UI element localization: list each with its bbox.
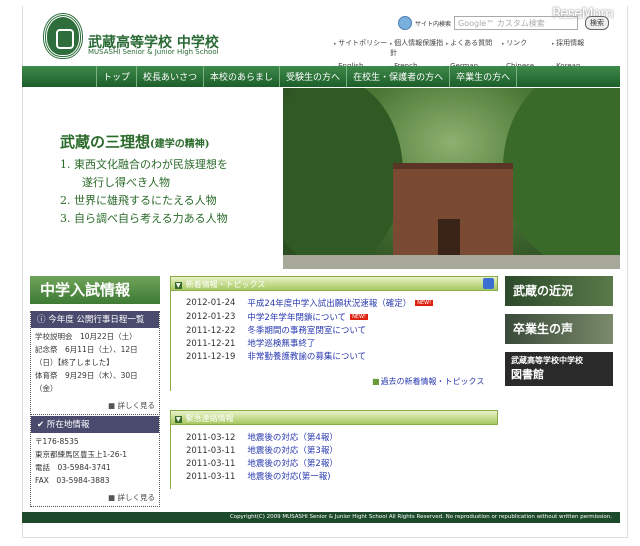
link-links[interactable]: リンク (502, 38, 552, 58)
nav-students[interactable]: 在校生・保護者の方へ (346, 66, 449, 87)
banner-alumni-voices[interactable]: 卒業生の声 (505, 314, 613, 344)
hero-text: 武蔵の三理想(建学の精神) 1. 東西文化融合のわが民族理想を 遂行し得べき人物… (60, 131, 228, 228)
nav-alumni[interactable]: 卒業生の方へ (449, 66, 517, 87)
library-school: 武蔵高等学校中学校 (511, 355, 607, 366)
new-badge: NEW! (415, 300, 433, 306)
emergency-date: 2011-03-12 (186, 432, 235, 445)
rss-icon[interactable] (483, 278, 494, 289)
emergency-item: 2011-03-11 地震後の対応(第一報) (186, 471, 338, 484)
new-badge: NEW! (350, 314, 368, 320)
divider (170, 291, 171, 391)
hero-subtitle: (建学の精神) (150, 139, 209, 150)
link-recruit[interactable]: 採用情報 (552, 38, 592, 58)
location-title-text: 所在地情報 (47, 420, 90, 430)
location-title: ✔ 所在地情報 (31, 416, 159, 433)
news-item: 2011-12-22 冬季期間の事務室閉室について (186, 325, 433, 338)
link-site-policy[interactable]: サイトポリシー (334, 38, 390, 58)
news-item: 2012-01-24 平成24年度中学入試出願状況速報（確定）NEW! (186, 297, 433, 311)
search-button[interactable]: 検索 (585, 16, 609, 30)
link-faq[interactable]: よくある質問 (446, 38, 502, 58)
news-item: 2011-12-21 地学巡検無事終了 (186, 338, 433, 351)
building (393, 163, 513, 258)
event-line: 学校説明会 10月22日（土） (35, 330, 155, 343)
events-title: ⓘ 今年度 公開行事日程一覧 (31, 311, 159, 328)
event-line: 体育祭 9月29日（木）、30日 (35, 369, 155, 382)
address: 東京都練馬区豊玉上1-26-1 (35, 448, 155, 461)
ideal-3: 3. 自ら調べ自ら考える力ある人物 (60, 210, 228, 228)
events-title-text: 今年度 公開行事日程一覧 (48, 315, 144, 325)
event-line: （金） (35, 382, 155, 395)
exam-info-banner[interactable]: 中学入試情報 (30, 276, 160, 304)
news-date: 2011-12-21 (186, 338, 235, 351)
emergency-title: 緊急連絡情報 (186, 414, 234, 423)
search-input[interactable]: Google™ カスタム検索 (454, 16, 578, 30)
search-label: サイト内検索 (415, 19, 451, 28)
link-privacy[interactable]: 個人情報保護指針 (390, 38, 446, 58)
event-line: （日）【終了しました】 (35, 356, 155, 369)
nav-applicants[interactable]: 受験生の方へ (279, 66, 346, 87)
past-news-link[interactable]: 過去の新着情報・トピックス (372, 376, 484, 387)
event-line: 記念祭 6月11日（土）、12日 (35, 343, 155, 356)
ideal-2: 2. 世界に雄飛するにたえる人物 (60, 192, 228, 210)
campus-photo (283, 88, 620, 269)
school-logo[interactable] (44, 14, 82, 58)
phone: 電話 03-5984-3741 (35, 461, 155, 474)
nav-about[interactable]: 本校のあらまし (203, 66, 279, 87)
emergency-link[interactable]: 地震後の対応（第4報） (247, 432, 337, 445)
emergency-link[interactable]: 地震後の対応（第3報） (247, 445, 337, 458)
site-search: サイト内検索 Google™ カスタム検索 検索 (398, 16, 609, 30)
hero-title: 武蔵の三理想(建学の精神) (60, 131, 228, 152)
nav-principal[interactable]: 校長あいさつ (136, 66, 203, 87)
nav-top[interactable]: トップ (96, 66, 136, 87)
hero-title-main: 武蔵の三理想 (60, 133, 150, 151)
banner-library[interactable]: 武蔵高等学校中学校図書館 (505, 352, 613, 386)
news-header: 新着情報・トピックス (170, 276, 498, 291)
emergency-date: 2011-03-11 (186, 445, 235, 458)
banner-recent-news[interactable]: 武蔵の近況 (505, 276, 613, 306)
news-item: 2012-01-23 中学2年学年閉鎖についてNEW! (186, 311, 433, 325)
events-more-link[interactable]: 詳しく見る (31, 397, 159, 414)
news-title: 新着情報・トピックス (186, 280, 266, 289)
news-date: 2012-01-23 (186, 311, 235, 325)
news-date: 2011-12-19 (186, 351, 235, 364)
library-label: 図書館 (511, 366, 607, 382)
emergency-link[interactable]: 地震後の対応（第2報） (247, 458, 337, 471)
school-name-en: MUSASHI Senior & Junior High School (88, 48, 219, 56)
news-link[interactable]: 平成24年度中学入試出願状況速報（確定）NEW! (247, 297, 433, 311)
news-date: 2012-01-24 (186, 297, 235, 311)
news-link[interactable]: 中学2年学年閉鎖についてNEW! (247, 311, 368, 325)
fax: FAX 03-5984-3883 (35, 474, 155, 487)
news-list: 2012-01-24 平成24年度中学入試出願状況速報（確定）NEW! 2012-… (186, 297, 433, 364)
emergency-item: 2011-03-11 地震後の対応（第3報） (186, 445, 338, 458)
main-nav: トップ 校長あいさつ 本校のあらまし 受験生の方へ 在校生・保護者の方へ 卒業生… (22, 66, 620, 87)
ideal-1: 1. 東西文化融合のわが民族理想を (60, 156, 228, 174)
emergency-header: 緊急連絡情報 (170, 410, 498, 425)
emergency-item: 2011-03-12 地震後の対応（第4報） (186, 432, 338, 445)
emergency-item: 2011-03-11 地震後の対応（第2報） (186, 458, 338, 471)
news-link[interactable]: 非常勤養護教諭の募集について (247, 351, 366, 364)
location-box: ✔ 所在地情報 〒176-8535 東京都練馬区豊玉上1-26-1 電話 03-… (30, 416, 160, 507)
emergency-date: 2011-03-11 (186, 458, 235, 471)
location-more-link[interactable]: 詳しく見る (31, 489, 159, 506)
search-icon (398, 16, 412, 30)
postal-code: 〒176-8535 (35, 435, 155, 448)
news-link[interactable]: 地学巡検無事終了 (247, 338, 315, 351)
news-link[interactable]: 冬季期間の事務室閉室について (247, 325, 366, 338)
news-date: 2011-12-22 (186, 325, 235, 338)
emergency-date: 2011-03-11 (186, 471, 235, 484)
footer-copyright: Copyright(C) 2009 MUSASHI Senior & Junio… (22, 512, 620, 523)
ideal-1-cont: 遂行し得べき人物 (60, 174, 228, 192)
divider (170, 425, 171, 489)
emergency-link[interactable]: 地震後の対応(第一報) (247, 471, 330, 484)
events-box: ⓘ 今年度 公開行事日程一覧 学校説明会 10月22日（土） 記念祭 6月11日… (30, 311, 160, 415)
emergency-list: 2011-03-12 地震後の対応（第4報） 2011-03-11 地震後の対応（第… (186, 432, 338, 484)
news-item: 2011-12-19 非常勤養護教諭の募集について (186, 351, 433, 364)
